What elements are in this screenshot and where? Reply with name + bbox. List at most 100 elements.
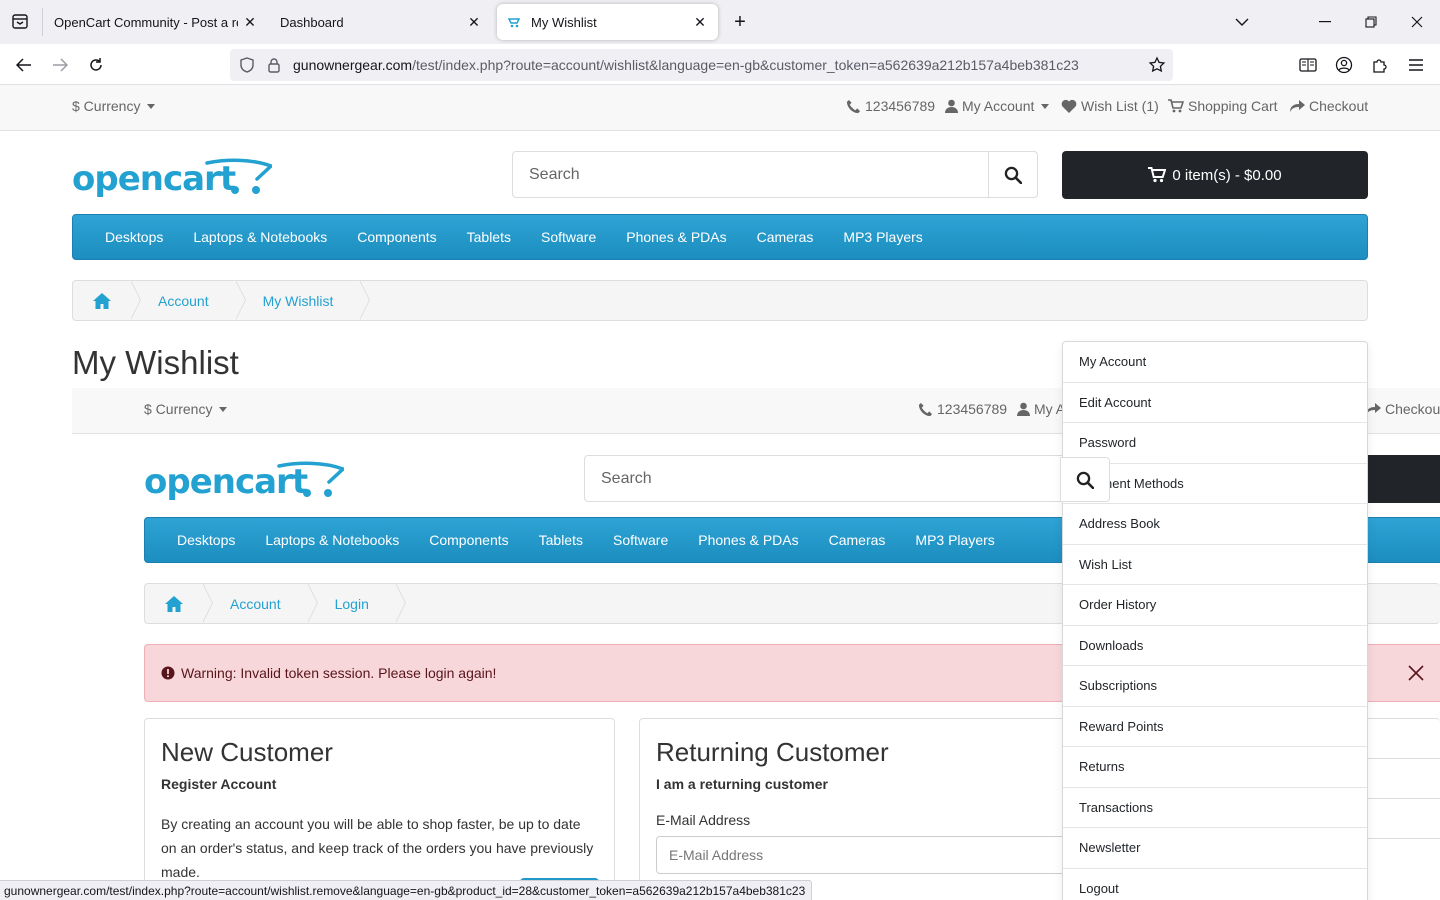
restore-icon[interactable] <box>1357 8 1385 36</box>
menu-item-order-history[interactable]: Order History <box>1063 585 1367 626</box>
reader-view-icon[interactable] <box>1295 52 1321 78</box>
menu-item-reward-points[interactable]: Reward Points <box>1063 707 1367 747</box>
new-tab-plus-icon[interactable]: + <box>728 10 752 34</box>
list-all-tabs-chevron-icon[interactable] <box>1228 8 1256 36</box>
reload-icon[interactable] <box>83 52 109 78</box>
register-account-subtitle: Register Account <box>161 776 277 792</box>
menu-hamburger-icon[interactable] <box>1403 52 1429 78</box>
menu-tablets[interactable]: Tablets <box>524 532 598 548</box>
menu-desktops[interactable]: Desktops <box>90 229 178 245</box>
embedded-phone-link[interactable]: 123456789 <box>918 401 1007 417</box>
lock-icon[interactable] <box>265 56 283 74</box>
menu-item-downloads[interactable]: Downloads <box>1063 626 1367 666</box>
menu-item-edit-account[interactable]: Edit Account <box>1063 383 1367 423</box>
share-arrow-icon <box>1290 99 1305 112</box>
menu-item-logout[interactable]: Logout <box>1063 869 1367 900</box>
breadcrumb-home[interactable] <box>73 280 141 320</box>
shield-icon[interactable] <box>238 56 256 74</box>
warning-text: Warning: Invalid token session. Please l… <box>181 665 497 681</box>
back-arrow-icon[interactable] <box>11 52 37 78</box>
page-title: My Wishlist <box>72 344 239 381</box>
currency-dropdown[interactable]: $ Currency <box>72 98 156 114</box>
menu-item-transactions[interactable]: Transactions <box>1063 788 1367 828</box>
menu-item-returns[interactable]: Returns <box>1063 747 1367 788</box>
phone-number: 123456789 <box>937 401 1008 417</box>
currency-label: $ Currency <box>144 401 213 417</box>
close-window-icon[interactable] <box>1403 8 1431 36</box>
checkout-link[interactable]: Checkout <box>1290 98 1368 114</box>
url-bar[interactable]: gunownergear.com/test/index.php?route=ac… <box>230 49 1173 81</box>
logo-text: opencart <box>72 159 236 199</box>
opencart-logo[interactable]: opencart <box>72 157 272 199</box>
menu-software[interactable]: Software <box>598 532 683 548</box>
menu-phones-pdas[interactable]: Phones & PDAs <box>683 532 813 548</box>
embedded-opencart-logo[interactable]: opencart <box>144 460 344 502</box>
tab-list-icon[interactable] <box>8 11 32 33</box>
email-input[interactable]: E-Mail Address <box>656 836 1086 874</box>
menu-mp3-players[interactable]: MP3 Players <box>828 229 937 245</box>
new-customer-card: New Customer Register Account By creatin… <box>144 718 615 900</box>
url-host: gunownergear.com <box>293 57 413 73</box>
tab-opencart-community[interactable]: OpenCart Community - Post a reply ✕ <box>44 4 264 40</box>
tab-dashboard[interactable]: Dashboard ✕ <box>270 4 492 40</box>
my-account-dropdown[interactable]: My Account <box>945 98 1050 114</box>
menu-laptops-notebooks[interactable]: Laptops & Notebooks <box>250 532 414 548</box>
tab-my-wishlist[interactable]: My Wishlist ✕ <box>497 4 718 40</box>
embedded-search-input[interactable] <box>585 456 1061 501</box>
menu-item-subscriptions[interactable]: Subscriptions <box>1063 666 1367 707</box>
breadcrumb: Account My Wishlist <box>72 280 1368 321</box>
cart-button[interactable]: 0 item(s) - $0.00 <box>1062 151 1368 199</box>
close-icon[interactable]: ✕ <box>462 10 486 34</box>
user-icon <box>945 99 958 113</box>
forward-arrow-icon[interactable] <box>47 52 73 78</box>
phone-number: 123456789 <box>865 98 936 114</box>
close-icon[interactable]: ✕ <box>238 10 262 34</box>
search-button[interactable] <box>988 151 1038 198</box>
shopping-cart-icon <box>1148 167 1167 183</box>
minimize-icon[interactable] <box>1311 8 1339 36</box>
menu-cameras[interactable]: Cameras <box>742 229 829 245</box>
breadcrumb-account[interactable]: Account <box>131 280 246 320</box>
embedded-search-button[interactable] <box>1060 457 1110 502</box>
breadcrumb-login[interactable]: Login <box>308 583 407 623</box>
phone-icon <box>846 99 861 113</box>
menu-tablets[interactable]: Tablets <box>452 229 526 245</box>
menu-mp3-players[interactable]: MP3 Players <box>900 532 1009 548</box>
account-icon[interactable] <box>1331 52 1357 78</box>
menu-components[interactable]: Components <box>342 229 451 245</box>
extensions-puzzle-icon[interactable] <box>1367 52 1393 78</box>
embedded-my-account-dropdown[interactable]: My A <box>1017 401 1065 417</box>
menu-item-address-book[interactable]: Address Book <box>1063 504 1367 545</box>
close-icon[interactable] <box>1406 663 1426 683</box>
logo-text: opencart <box>144 462 308 502</box>
breadcrumb-account[interactable]: Account <box>203 583 318 623</box>
bookmark-star-icon[interactable] <box>1148 56 1166 74</box>
search-icon <box>1076 471 1094 489</box>
currency-label: $ Currency <box>72 98 141 114</box>
menu-item-wish-list[interactable]: Wish List <box>1063 545 1367 585</box>
browser-tab-bar: OpenCart Community - Post a reply ✕ Dash… <box>0 0 1440 44</box>
wishlist-link[interactable]: Wish List (1) <box>1061 98 1159 114</box>
menu-item-newsletter[interactable]: Newsletter <box>1063 828 1367 869</box>
breadcrumb-home[interactable] <box>145 583 213 623</box>
menu-desktops[interactable]: Desktops <box>162 532 250 548</box>
menu-cameras[interactable]: Cameras <box>814 532 901 548</box>
search-input[interactable] <box>513 152 989 197</box>
menu-item-my-account[interactable]: My Account <box>1063 342 1367 383</box>
menu-phones-pdas[interactable]: Phones & PDAs <box>611 229 741 245</box>
new-customer-title: New Customer <box>161 737 333 767</box>
menu-components[interactable]: Components <box>414 532 523 548</box>
embedded-checkout-link[interactable]: Checkout <box>1366 401 1440 417</box>
phone-link[interactable]: 123456789 <box>846 98 935 114</box>
url-text[interactable]: gunownergear.com/test/index.php?route=ac… <box>293 57 1079 73</box>
close-icon[interactable]: ✕ <box>688 10 712 34</box>
menu-laptops-notebooks[interactable]: Laptops & Notebooks <box>178 229 342 245</box>
my-account-label: My Account <box>962 98 1035 114</box>
shopping-cart-link[interactable]: Shopping Cart <box>1168 98 1278 114</box>
my-account-label: My A <box>1034 401 1066 417</box>
embedded-currency-dropdown[interactable]: $ Currency <box>144 401 228 417</box>
breadcrumb-my-wishlist[interactable]: My Wishlist <box>236 280 371 320</box>
exclamation-circle-icon <box>161 666 175 680</box>
menu-software[interactable]: Software <box>526 229 611 245</box>
user-icon <box>1017 402 1030 416</box>
